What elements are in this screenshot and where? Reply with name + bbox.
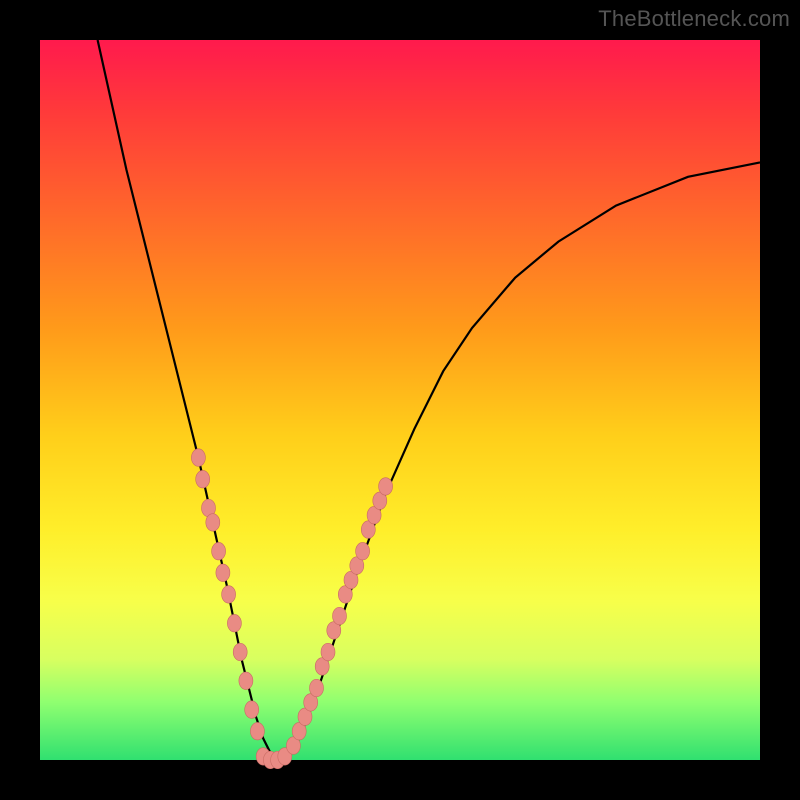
bead <box>227 614 241 632</box>
bead <box>245 701 259 719</box>
bead <box>356 542 370 560</box>
bead <box>321 643 335 661</box>
bead <box>216 564 230 582</box>
bead <box>333 607 347 625</box>
bead <box>212 542 226 560</box>
bead <box>379 478 393 496</box>
bead <box>239 672 253 690</box>
curve-svg <box>40 40 760 760</box>
bead <box>222 586 236 604</box>
beads-group <box>191 449 392 769</box>
watermark-text: TheBottleneck.com <box>598 6 790 32</box>
bead <box>196 470 210 488</box>
bead <box>310 679 324 697</box>
bead <box>206 514 220 532</box>
chart-frame: TheBottleneck.com <box>0 0 800 800</box>
bead <box>250 722 264 740</box>
bottleneck-curve <box>98 40 760 760</box>
bead <box>233 643 247 661</box>
bead <box>191 449 205 467</box>
plot-area <box>40 40 760 760</box>
